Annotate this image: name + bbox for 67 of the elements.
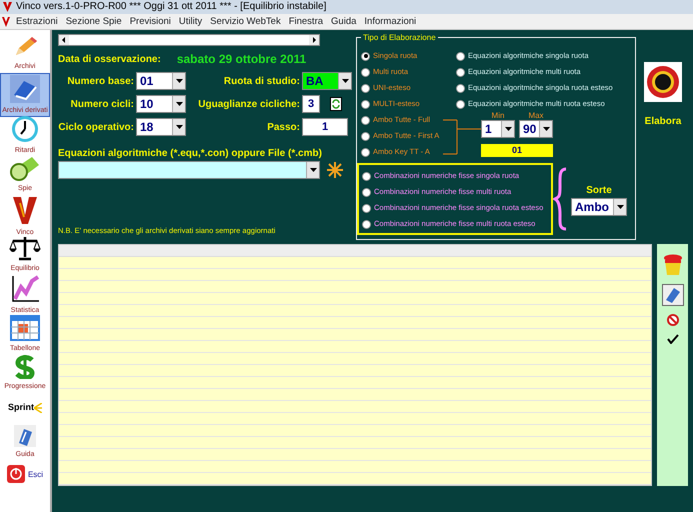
caret-icon — [176, 79, 182, 83]
clock-icon[interactable] — [11, 115, 39, 143]
field-label: Max — [528, 112, 544, 120]
scroll-right-icon[interactable] — [309, 35, 319, 45]
guide-icon[interactable] — [14, 425, 36, 447]
caret-icon — [176, 125, 182, 129]
elabora-label[interactable]: Elabora — [644, 114, 682, 129]
sprint-rays-icon — [34, 403, 42, 413]
sprint-logo[interactable]: Sprint — [8, 401, 34, 415]
check-icon[interactable] — [666, 334, 678, 344]
scales-icon[interactable] — [9, 235, 41, 261]
record-button-icon[interactable] — [644, 62, 682, 102]
menu-item[interactable]: Estrazioni — [12, 14, 62, 30]
key-value-field: 01 — [481, 144, 553, 157]
curly-brace — [553, 167, 567, 231]
calendar-icon[interactable] — [10, 315, 40, 341]
min-select[interactable]: 1 — [481, 120, 515, 138]
date-label: Data di osservazione: — [58, 52, 161, 66]
line-chart-icon[interactable] — [10, 275, 40, 303]
refresh-icon[interactable] — [330, 97, 342, 111]
ciclo-select[interactable]: 18 — [136, 118, 186, 136]
menu-item[interactable]: Previsioni — [126, 14, 175, 30]
caret-icon — [310, 168, 316, 172]
menu-item[interactable]: Sezione Spie — [62, 14, 126, 30]
menu-item[interactable]: Guida — [327, 14, 360, 30]
group-legend: Tipo di Elaborazione — [361, 32, 438, 44]
numero-cicli-select[interactable]: 10 — [136, 95, 186, 113]
max-select[interactable]: 90 — [519, 120, 553, 138]
equazioni-label: Equazioni algoritmiche (*.equ,*.con) oppure File (*.cmb) — [58, 147, 323, 161]
caret-icon — [176, 102, 182, 106]
field-label: Numero base: — [66, 74, 134, 88]
sidebar-label[interactable]: Esci — [28, 470, 44, 478]
scroll-left-icon[interactable] — [59, 35, 69, 45]
dollar-icon[interactable] — [14, 355, 36, 379]
power-icon[interactable] — [6, 465, 25, 483]
field-label: Min — [492, 112, 504, 120]
horizontal-scrollbar[interactable] — [58, 34, 320, 46]
book-icon[interactable] — [10, 75, 40, 103]
bucket-icon[interactable] — [662, 254, 682, 276]
v-logo-icon[interactable] — [12, 195, 38, 225]
caret-icon — [542, 127, 550, 131]
sorte-select[interactable]: Ambo — [571, 198, 627, 216]
book-icon[interactable] — [662, 284, 684, 306]
menu-item[interactable]: Utility — [174, 14, 206, 30]
field-label: Uguaglianze cicliche: — [197, 98, 300, 112]
sorte-label: Sorte — [586, 184, 612, 198]
snowflake-icon[interactable] — [326, 161, 344, 179]
caret-icon — [616, 204, 624, 208]
date-value: sabato 29 ottobre 2011 — [176, 51, 306, 68]
numero-base-select[interactable]: 01 — [136, 72, 186, 90]
flashlight-icon[interactable] — [10, 155, 40, 181]
field-label: Numero cicli: — [70, 98, 134, 112]
menu-item[interactable]: Finestra — [284, 14, 328, 30]
passo-field[interactable]: 1 — [302, 118, 348, 136]
field-label: Ruota di studio: — [222, 74, 300, 88]
caret-icon — [504, 127, 512, 131]
uguaglianze-field[interactable]: 3 — [302, 95, 320, 113]
window-title: Vinco vers.1-0-PRO-R00 *** Oggi 31 ott 2011 *** - [Equilibrio instabile] — [0, 0, 693, 14]
ruota-select[interactable]: BA — [302, 72, 352, 90]
no-entry-icon[interactable] — [666, 314, 678, 326]
menu-item[interactable]: Servizio WebTek — [206, 14, 285, 30]
app-icon — [3, 2, 12, 12]
menu-item[interactable]: Informazioni — [360, 14, 420, 30]
equazioni-select[interactable] — [58, 161, 320, 179]
caret-icon — [342, 79, 348, 83]
field-label: Passo: — [266, 120, 300, 134]
field-label: Ciclo operativo: — [58, 120, 134, 134]
